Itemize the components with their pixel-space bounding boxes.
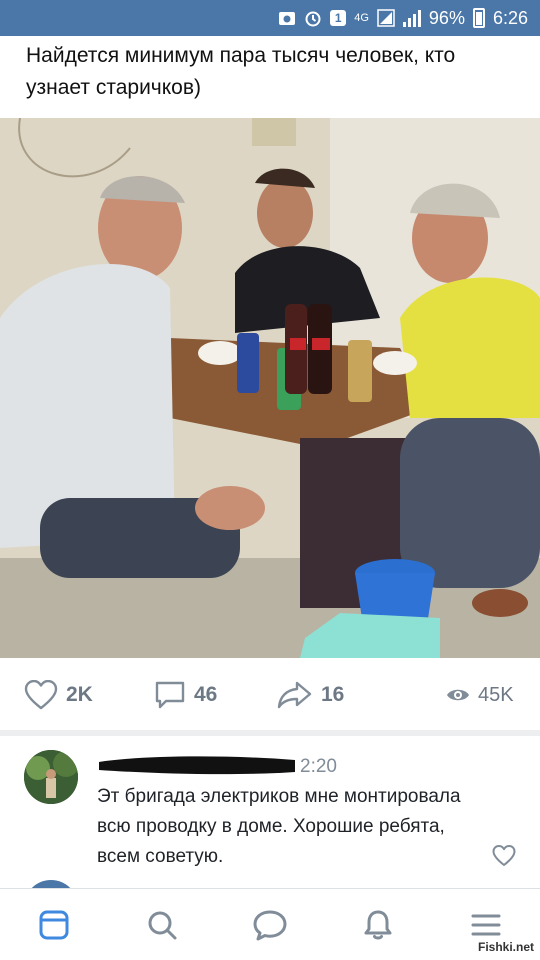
news-icon (39, 910, 69, 940)
status-bar: 1 4G 96% 6:26 (0, 0, 540, 36)
comment-button[interactable]: 46 (154, 674, 217, 716)
comment-count: 46 (194, 683, 218, 706)
clock: 6:26 (492, 7, 528, 28)
views-counter: 45K (446, 674, 514, 716)
signal-icon (377, 9, 395, 27)
nav-search[interactable] (140, 903, 184, 947)
bottom-nav: Fishki.net (0, 888, 540, 960)
alarm-icon (304, 9, 322, 27)
comment-text: Эт бригада электриков мне монтировала вс… (97, 786, 461, 867)
heart-icon (24, 680, 58, 710)
post-text: Найдется минимум пара тысяч человек, кто… (26, 44, 456, 99)
share-count: 16 (321, 683, 345, 706)
heart-icon (492, 845, 516, 866)
redacted-author-name (99, 756, 295, 775)
battery-percent: 96% (428, 7, 465, 28)
post-actions: 2K 46 16 45K (0, 674, 540, 716)
nav-notifications[interactable] (356, 903, 400, 947)
post-photo[interactable] (0, 118, 540, 658)
avatar[interactable] (24, 750, 78, 804)
comment-like-button[interactable] (492, 845, 516, 869)
messages-icon (253, 910, 287, 941)
battery-icon (472, 8, 485, 28)
notifications-icon (364, 910, 392, 940)
view-count: 45K (478, 683, 514, 706)
comment-time: 2:20 (300, 756, 337, 777)
search-icon (148, 911, 177, 940)
sim-icon: 1 (330, 10, 347, 26)
signal-bars-icon (402, 9, 421, 27)
eye-icon (447, 689, 469, 701)
nav-news[interactable] (32, 903, 76, 947)
watermark: Fishki.net (477, 940, 534, 954)
share-button[interactable]: 16 (277, 674, 344, 716)
menu-icon (471, 914, 501, 936)
nav-messages[interactable] (248, 903, 292, 947)
network-4g-icon: 4G (354, 11, 369, 24)
like-button[interactable]: 2K (24, 674, 93, 716)
screenshot-icon (278, 9, 296, 27)
comment-icon (155, 681, 185, 709)
like-count: 2K (66, 683, 93, 706)
divider (0, 730, 540, 736)
share-arrow-icon (277, 681, 312, 709)
